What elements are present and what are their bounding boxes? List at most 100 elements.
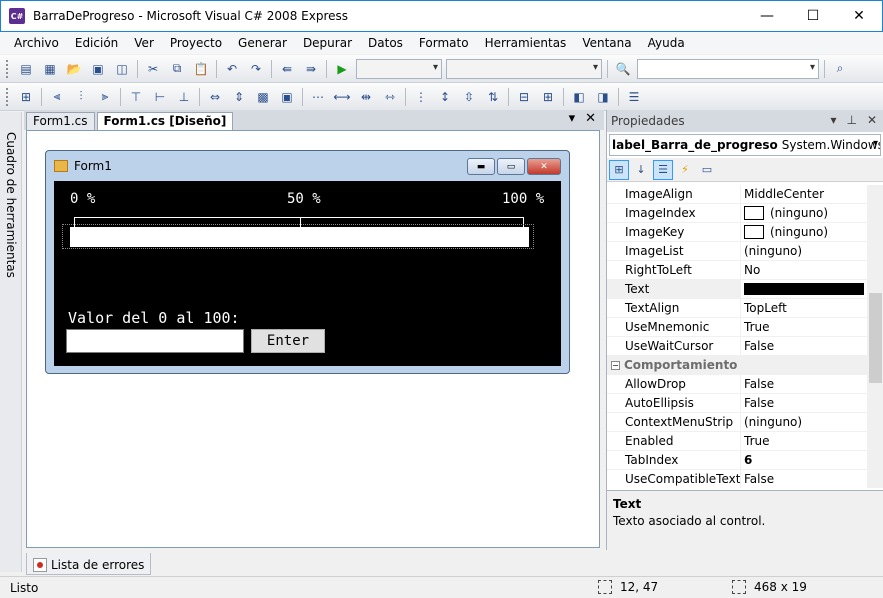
- property-grid-scrollbar[interactable]: [867, 185, 883, 488]
- start-debugging-icon[interactable]: ▶: [332, 59, 352, 79]
- center-horizontally-icon[interactable]: ⊟: [514, 87, 534, 107]
- close-panel-icon[interactable]: ✕: [867, 113, 877, 127]
- menu-ventana[interactable]: Ventana: [574, 34, 639, 52]
- tab-form1-cs[interactable]: Form1.cs: [26, 112, 95, 130]
- bring-to-front-icon[interactable]: ◧: [569, 87, 589, 107]
- menu-formato[interactable]: Formato: [411, 34, 477, 52]
- close-document-icon[interactable]: ✕: [585, 111, 596, 126]
- window-position-icon[interactable]: ▾: [830, 113, 836, 127]
- copy-icon[interactable]: ⧉: [167, 59, 187, 79]
- menu-edicion[interactable]: Edición: [67, 34, 126, 52]
- property-row[interactable]: AutoEllipsis False: [607, 394, 867, 413]
- property-value[interactable]: MiddleCenter: [744, 185, 824, 203]
- property-row[interactable]: AllowDrop False: [607, 375, 867, 394]
- horizontal-spacing-equal-icon[interactable]: ⋯: [308, 87, 328, 107]
- property-value[interactable]: (ninguno): [770, 223, 828, 241]
- toolbox-label[interactable]: Cuadro de herramientas: [4, 132, 18, 278]
- align-to-grid-icon[interactable]: ⊞: [16, 87, 36, 107]
- property-value[interactable]: (ninguno): [744, 242, 802, 260]
- save-all-icon[interactable]: ◫: [112, 59, 132, 79]
- vertical-spacing-decrease-icon[interactable]: ⇳: [459, 87, 479, 107]
- property-value[interactable]: 6: [744, 451, 752, 469]
- alphabetical-icon[interactable]: ↓: [631, 160, 651, 180]
- vertical-spacing-equal-icon[interactable]: ⋮: [411, 87, 431, 107]
- value-textbox[interactable]: [66, 329, 244, 353]
- label-0-percent[interactable]: 0 %: [70, 191, 95, 207]
- property-value[interactable]: False: [744, 375, 774, 393]
- menu-ayuda[interactable]: Ayuda: [640, 34, 693, 52]
- collapse-icon[interactable]: −: [611, 360, 620, 370]
- new-project-icon[interactable]: ▤: [16, 59, 36, 79]
- property-value[interactable]: False: [744, 394, 774, 412]
- horizontal-spacing-remove-icon[interactable]: ⇿: [380, 87, 400, 107]
- property-row[interactable]: Enabled True: [607, 432, 867, 451]
- open-folder-icon[interactable]: 📂: [64, 59, 84, 79]
- make-same-width-icon[interactable]: ⇔: [205, 87, 225, 107]
- label-50-percent[interactable]: 50 %: [287, 191, 321, 207]
- enter-button[interactable]: Enter: [251, 329, 325, 353]
- designed-form[interactable]: Form1 ▬ ▭ ✕ 0 % 50 % 100 % Valor del 0 a…: [45, 150, 570, 374]
- undo-icon[interactable]: ↶: [222, 59, 242, 79]
- vertical-spacing-remove-icon[interactable]: ⇅: [483, 87, 503, 107]
- maximize-button[interactable]: ☐: [790, 1, 836, 31]
- text-value-black[interactable]: [744, 283, 864, 295]
- navigate-forward-icon[interactable]: ⇛: [301, 59, 321, 79]
- align-middles-icon[interactable]: ⊢: [150, 87, 170, 107]
- menu-generar[interactable]: Generar: [230, 34, 295, 52]
- tab-dropdown-icon[interactable]: ▾: [569, 111, 576, 126]
- solution-config-combo[interactable]: [356, 58, 442, 79]
- save-icon[interactable]: ▣: [88, 59, 108, 79]
- property-value[interactable]: False: [744, 337, 774, 355]
- auto-hide-pin-icon[interactable]: ⊥: [846, 113, 856, 127]
- property-row[interactable]: ImageIndex (ninguno): [607, 204, 867, 223]
- property-row[interactable]: ContextMenuStrip (ninguno): [607, 413, 867, 432]
- events-icon[interactable]: ⚡: [675, 160, 695, 180]
- property-row[interactable]: TextAlign TopLeft: [607, 299, 867, 318]
- vertical-spacing-increase-icon[interactable]: ↕: [435, 87, 455, 107]
- find-icon[interactable]: ⌕: [830, 59, 850, 79]
- categorized-icon[interactable]: ⊞: [609, 159, 629, 180]
- property-row[interactable]: UseWaitCursor False: [607, 337, 867, 356]
- center-vertically-icon[interactable]: ⊞: [538, 87, 558, 107]
- make-same-height-icon[interactable]: ⇕: [229, 87, 249, 107]
- solution-platform-combo[interactable]: [446, 58, 602, 79]
- property-value[interactable]: True: [744, 318, 770, 336]
- label-valor[interactable]: Valor del 0 al 100:: [68, 309, 240, 327]
- size-to-grid-icon[interactable]: ▩: [253, 87, 273, 107]
- toolbox-strip[interactable]: Cuadro de herramientas: [0, 112, 22, 572]
- minimize-button[interactable]: —: [744, 1, 790, 31]
- add-item-icon[interactable]: ▦: [40, 59, 60, 79]
- property-row[interactable]: ImageKey (ninguno): [607, 223, 867, 242]
- property-category[interactable]: − Comportamiento: [607, 356, 867, 375]
- horizontal-spacing-increase-icon[interactable]: ⟷: [332, 87, 352, 107]
- designer-surface[interactable]: Form1 ▬ ▭ ✕ 0 % 50 % 100 % Valor del 0 a…: [26, 130, 600, 548]
- find-in-files-icon[interactable]: 🔍: [613, 59, 633, 79]
- paste-icon[interactable]: 📋: [191, 59, 211, 79]
- object-selector[interactable]: label_Barra_de_progreso System.Windows.F…: [609, 134, 881, 156]
- tab-form1-design[interactable]: Form1.cs [Diseño]: [96, 112, 234, 130]
- menu-herramientas[interactable]: Herramientas: [477, 34, 575, 52]
- property-pages-icon[interactable]: ▭: [697, 160, 717, 180]
- property-value[interactable]: TopLeft: [744, 299, 787, 317]
- align-rights-icon[interactable]: ⫸: [95, 87, 115, 107]
- menu-depurar[interactable]: Depurar: [295, 34, 360, 52]
- redo-icon[interactable]: ↷: [246, 59, 266, 79]
- find-combo[interactable]: [637, 58, 819, 79]
- property-row[interactable]: UseMnemonic True: [607, 318, 867, 337]
- property-row[interactable]: TabIndex 6: [607, 451, 867, 470]
- send-to-back-icon[interactable]: ◨: [593, 87, 613, 107]
- error-list-tab[interactable]: Lista de errores: [26, 553, 152, 575]
- menu-archivo[interactable]: Archivo: [6, 34, 67, 52]
- property-value[interactable]: True: [744, 432, 770, 450]
- toolbar-grip[interactable]: [6, 59, 10, 78]
- toolbar-grip[interactable]: [6, 87, 10, 106]
- properties-icon[interactable]: ☰: [653, 159, 673, 180]
- property-row[interactable]: UseCompatibleTextRendering False: [607, 470, 867, 488]
- progress-bar-label[interactable]: [70, 227, 529, 247]
- property-value[interactable]: False: [744, 470, 774, 488]
- label-100-percent[interactable]: 100 %: [502, 191, 544, 207]
- align-bottoms-icon[interactable]: ⊥: [174, 87, 194, 107]
- align-tops-icon[interactable]: ⊤: [126, 87, 146, 107]
- navigate-back-icon[interactable]: ⇚: [277, 59, 297, 79]
- property-row[interactable]: ImageList (ninguno): [607, 242, 867, 261]
